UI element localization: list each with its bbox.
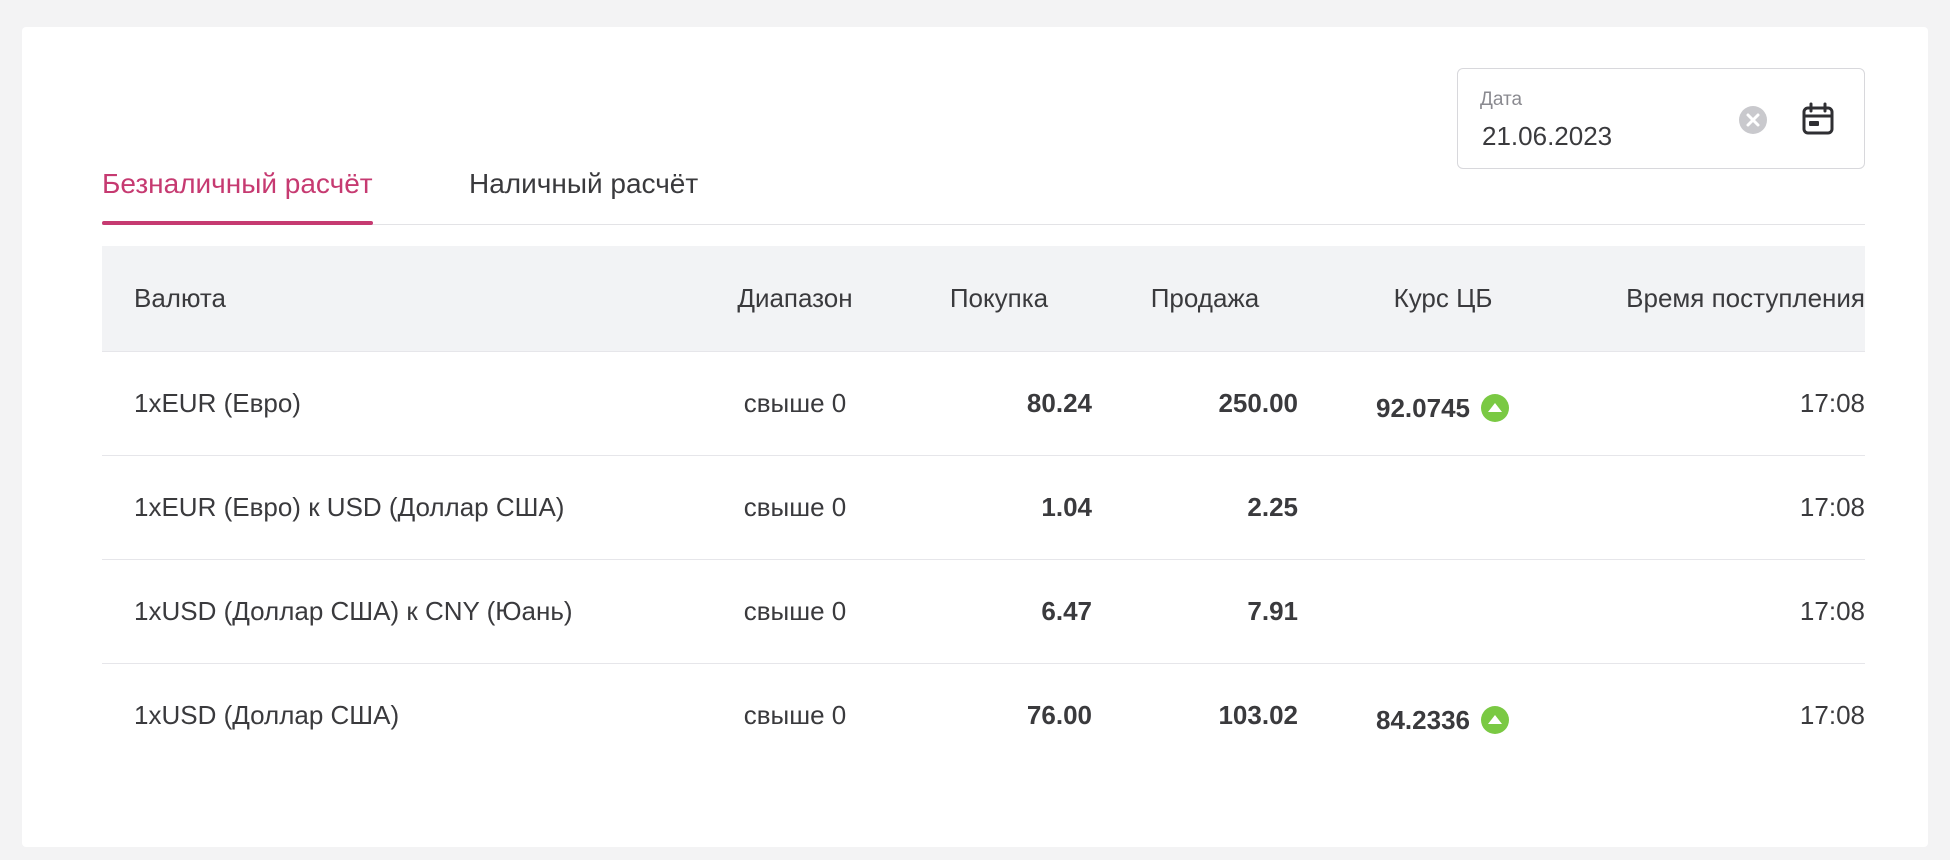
cb-rate-value: 84.2336 <box>1376 704 1470 735</box>
cell-time: 17:08 <box>1799 387 1865 418</box>
cell-range: свыше 0 <box>743 491 847 522</box>
date-picker-field[interactable]: Дата 21.06.2023 <box>1457 68 1865 169</box>
table-row: 1xUSD (Доллар США) свыше 0 76.00 103.02 … <box>102 663 1865 767</box>
table-row: 1xEUR (Евро) свыше 0 80.24 250.00 92.074… <box>102 351 1865 455</box>
date-label: Дата <box>1480 89 1523 110</box>
cell-range: свыше 0 <box>743 387 847 418</box>
cell-cb-rate: 84.2336 <box>1308 663 1578 767</box>
trend-up-icon <box>1480 705 1510 735</box>
cell-buy: 76.00 <box>1026 699 1092 730</box>
table-row: 1xEUR (Евро) к USD (Доллар США) свыше 0 … <box>102 455 1865 559</box>
cell-currency: 1xUSD (Доллар США) <box>134 699 400 730</box>
header-buy: Покупка <box>949 282 1049 313</box>
cell-sell: 2.25 <box>1247 491 1298 522</box>
cell-buy: 6.47 <box>1041 595 1092 626</box>
header-time: Время поступления <box>1626 282 1865 313</box>
cell-time: 17:08 <box>1799 491 1865 522</box>
cell-range: свыше 0 <box>743 595 847 626</box>
cell-cb-rate <box>1308 559 1578 663</box>
clear-circle-icon[interactable] <box>1738 105 1768 135</box>
rates-table: Валюта Диапазон Покупка Продажа Курс ЦБ … <box>102 246 1865 767</box>
header-currency: Валюта <box>134 282 226 313</box>
cell-time: 17:08 <box>1799 595 1865 626</box>
header-cb-rate: Курс ЦБ <box>1393 282 1493 313</box>
cell-currency: 1xEUR (Евро) <box>134 387 301 418</box>
cell-cb-rate: 92.0745 <box>1308 351 1578 455</box>
header-sell: Продажа <box>1150 282 1260 313</box>
calendar-icon[interactable] <box>1798 99 1838 139</box>
date-input[interactable]: 21.06.2023 <box>1482 121 1612 152</box>
cell-range: свыше 0 <box>743 699 847 730</box>
tab-cashless[interactable]: Безналичный расчёт <box>102 167 373 225</box>
cb-rate-value: 92.0745 <box>1376 392 1470 423</box>
cell-sell: 7.91 <box>1247 595 1298 626</box>
tab-cash[interactable]: Наличный расчёт <box>469 167 698 201</box>
cell-time: 17:08 <box>1799 699 1865 730</box>
cell-buy: 80.24 <box>1026 387 1092 418</box>
cell-sell: 250.00 <box>1218 387 1298 418</box>
rates-card: Безналичный расчёт Наличный расчёт Дата … <box>22 27 1928 847</box>
cell-cb-rate <box>1308 455 1578 559</box>
cell-currency: 1xUSD (Доллар США) к CNY (Юань) <box>134 595 573 626</box>
header-range: Диапазон <box>737 282 853 313</box>
cell-currency: 1xEUR (Евро) к USD (Доллар США) <box>134 491 565 522</box>
cell-buy: 1.04 <box>1041 491 1092 522</box>
table-row: 1xUSD (Доллар США) к CNY (Юань) свыше 0 … <box>102 559 1865 663</box>
cell-sell: 103.02 <box>1218 699 1298 730</box>
table-header-row: Валюта Диапазон Покупка Продажа Курс ЦБ … <box>102 246 1865 351</box>
trend-up-icon <box>1480 393 1510 423</box>
